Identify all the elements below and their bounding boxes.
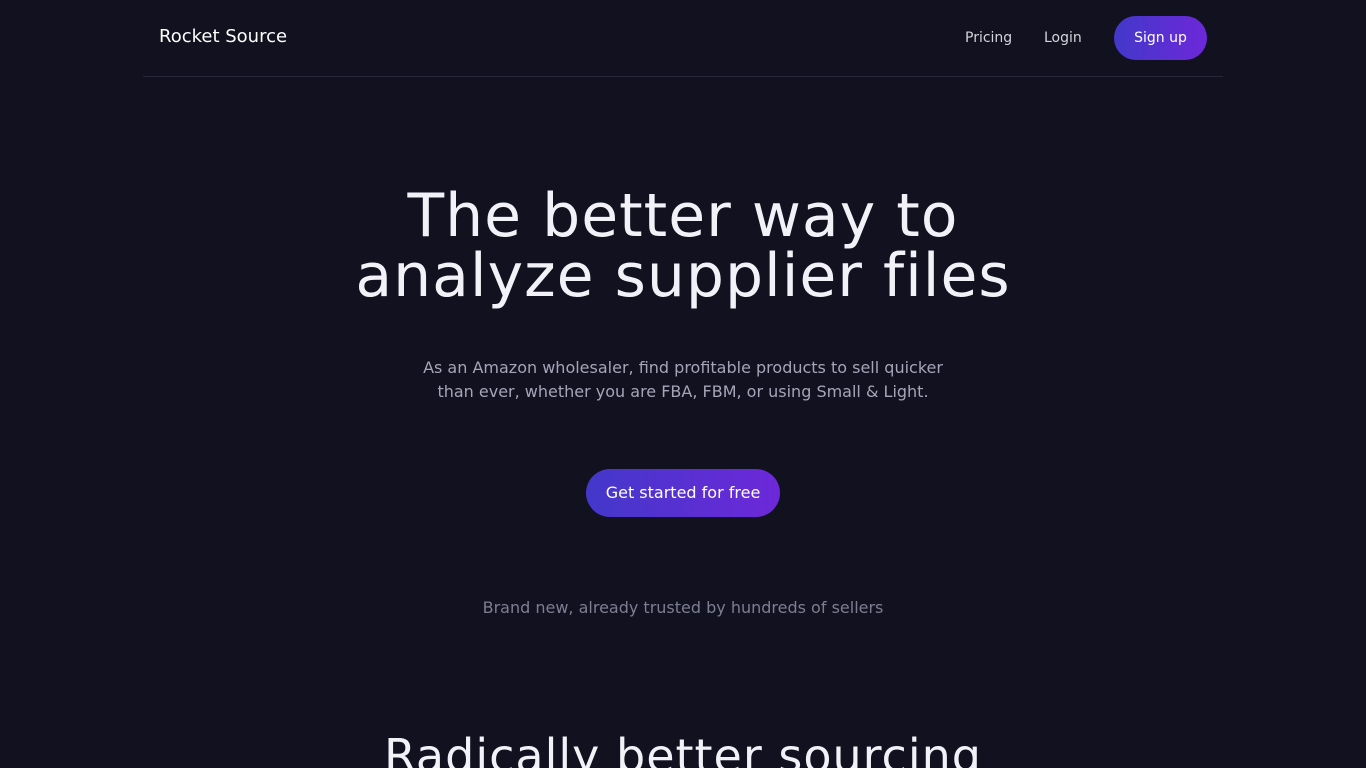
get-started-button[interactable]: Get started for free [586, 469, 780, 517]
landing-page: Rocket Source Pricing Login Sign up The … [0, 0, 1366, 768]
trust-statement: Brand new, already trusted by hundreds o… [482, 598, 884, 617]
top-navbar: Rocket Source Pricing Login Sign up [143, 0, 1223, 77]
hero-title-line-2: analyze supplier files [355, 241, 1011, 311]
features-section-title: Radically better sourcing [383, 729, 982, 768]
signup-button[interactable]: Sign up [1114, 16, 1207, 60]
nav-link-pricing[interactable]: Pricing [965, 29, 1012, 47]
brand-logo-link[interactable]: Rocket Source [159, 26, 287, 48]
hero-subtitle: As an Amazon wholesaler, find profitable… [423, 358, 943, 401]
nav-link-login[interactable]: Login [1044, 29, 1082, 47]
hero-title: The better way to analyze supplier files [283, 186, 1083, 306]
